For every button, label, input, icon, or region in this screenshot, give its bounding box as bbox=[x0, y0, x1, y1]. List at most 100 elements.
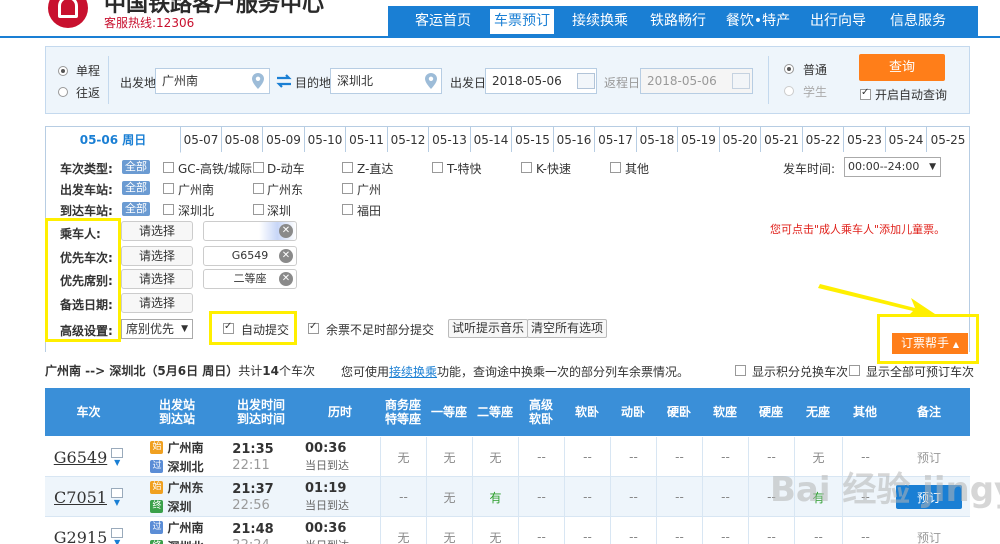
date-tab[interactable]: 05-20 bbox=[720, 126, 761, 152]
date-tab[interactable]: 05-14 bbox=[471, 126, 512, 152]
calendar-icon[interactable] bbox=[577, 73, 595, 89]
duration: 01:19 bbox=[305, 481, 347, 496]
train-type-checkbox[interactable] bbox=[253, 162, 264, 173]
date-tab[interactable]: 05-18 bbox=[637, 126, 678, 152]
train-info-icon[interactable]: ▼ bbox=[110, 487, 123, 507]
date-tab[interactable]: 05-13 bbox=[429, 126, 471, 152]
train-type-checkbox[interactable] bbox=[432, 162, 443, 173]
date-tab[interactable]: 05-12 bbox=[388, 126, 429, 152]
date-tab[interactable]: 05-19 bbox=[678, 126, 720, 152]
seat-availability: -- bbox=[518, 437, 564, 477]
location-pin-icon[interactable] bbox=[425, 73, 437, 89]
from-station-checkbox[interactable] bbox=[253, 183, 264, 194]
from-station-all[interactable]: 全部 bbox=[122, 181, 150, 195]
nav-travel[interactable]: 铁路畅行 bbox=[642, 6, 714, 36]
from-station-checkbox[interactable] bbox=[163, 183, 174, 194]
from-station-checkbox[interactable] bbox=[342, 183, 353, 194]
date-tab[interactable]: 05-07 bbox=[181, 126, 222, 152]
train-number-link[interactable]: G6549 bbox=[54, 448, 108, 467]
chevron-down-icon: ▼ bbox=[929, 162, 936, 172]
auto-query-checkbox[interactable] bbox=[860, 87, 871, 100]
location-pin-icon[interactable] bbox=[252, 73, 264, 89]
book-button[interactable]: 预订 bbox=[917, 529, 941, 544]
train-info-icon[interactable]: ▼ bbox=[111, 447, 124, 467]
date-tab[interactable]: 05-17 bbox=[595, 126, 637, 152]
train-type-option: T-特快 bbox=[447, 162, 482, 176]
transfer-link[interactable]: 接续换乘 bbox=[389, 365, 437, 379]
close-icon[interactable]: ✕ bbox=[279, 272, 293, 286]
arrival-note: 当日到达 bbox=[305, 499, 349, 512]
date-tab[interactable]: 05-21 bbox=[761, 126, 803, 152]
show-points-checkbox[interactable] bbox=[735, 365, 746, 376]
nav-info[interactable]: 信息服务 bbox=[882, 6, 954, 36]
nav-home[interactable]: 客运首页 bbox=[404, 6, 482, 36]
seat-availability: -- bbox=[564, 437, 610, 477]
train-info-icon[interactable]: ▼ bbox=[111, 527, 124, 544]
date-tab[interactable]: 05-11 bbox=[346, 126, 388, 152]
calendar-icon[interactable] bbox=[732, 73, 750, 89]
col-duration[interactable]: 历时 bbox=[300, 388, 380, 436]
train-type-all[interactable]: 全部 bbox=[122, 160, 150, 174]
booking-helper-button[interactable]: 订票帮手 ▲ bbox=[892, 333, 968, 354]
seat-availability: 无 bbox=[472, 517, 518, 544]
show-all-checkbox[interactable] bbox=[849, 365, 860, 376]
close-icon[interactable]: ✕ bbox=[279, 249, 293, 263]
date-tab[interactable]: 05-10 bbox=[305, 126, 346, 152]
col-train-no[interactable]: 车次 bbox=[45, 388, 132, 436]
select-alt-date-button[interactable]: 请选择 bbox=[121, 293, 193, 313]
passenger-student-radio[interactable] bbox=[784, 86, 794, 96]
nav-booking[interactable]: 车票预订 bbox=[490, 9, 554, 36]
result-summary: 广州南 --> 深圳北（5月6日 周日）共计14个车次 bbox=[45, 362, 315, 379]
duration: 00:36 bbox=[305, 521, 347, 536]
train-type-checkbox[interactable] bbox=[163, 162, 174, 173]
to-station-checkbox[interactable] bbox=[342, 204, 353, 215]
nav-food[interactable]: 餐饮•特产 bbox=[720, 6, 796, 36]
music-preview-button[interactable]: 试听提示音乐 bbox=[448, 319, 529, 338]
date-tab[interactable]: 05-15 bbox=[512, 126, 554, 152]
advanced-select[interactable]: 席别优先 ▼ bbox=[121, 319, 193, 339]
to-station-checkbox[interactable] bbox=[253, 204, 264, 215]
partial-submit-checkbox[interactable] bbox=[308, 321, 319, 334]
train-type-checkbox[interactable] bbox=[342, 162, 353, 173]
seat-availability: -- bbox=[564, 477, 610, 517]
select-train-button[interactable]: 请选择 bbox=[121, 246, 193, 266]
date-tab[interactable]: 05-16 bbox=[554, 126, 595, 152]
swap-icon[interactable] bbox=[276, 74, 292, 88]
hotline: 客服热线:12306 bbox=[104, 16, 195, 30]
col-times[interactable]: 出发时间 到达时间 bbox=[222, 388, 300, 436]
train-type-checkbox[interactable] bbox=[610, 162, 621, 173]
to-station-all[interactable]: 全部 bbox=[122, 202, 150, 216]
date-tab[interactable]: 05-06 周日 bbox=[45, 126, 181, 153]
date-tab[interactable]: 05-08 bbox=[222, 126, 263, 152]
auto-submit-checkbox[interactable] bbox=[223, 321, 234, 334]
query-button[interactable]: 查询 bbox=[859, 54, 945, 81]
trip-single-radio[interactable] bbox=[58, 66, 68, 76]
passenger-normal-radio[interactable] bbox=[784, 64, 794, 74]
seat-availability: 无 bbox=[426, 517, 472, 544]
select-passenger-button[interactable]: 请选择 bbox=[121, 221, 193, 241]
col-emu-sleeper: 动卧 bbox=[620, 405, 645, 419]
nav-transfer[interactable]: 接续换乘 bbox=[564, 6, 636, 36]
arrive-time: 22:11 bbox=[232, 457, 270, 473]
train-number-cell: G6549 ▼ bbox=[45, 437, 132, 477]
date-tab[interactable]: 05-09 bbox=[263, 126, 305, 152]
date-tab[interactable]: 05-25 bbox=[927, 126, 970, 152]
to-station-checkbox[interactable] bbox=[163, 204, 174, 215]
date-tab[interactable]: 05-22 bbox=[803, 126, 844, 152]
dest-tag-icon: 终 bbox=[150, 540, 164, 544]
nav-guide[interactable]: 出行向导 bbox=[802, 6, 874, 36]
col-first: 一等座 bbox=[430, 405, 467, 419]
date-tab[interactable]: 05-23 bbox=[844, 126, 886, 152]
date-tab[interactable]: 05-24 bbox=[886, 126, 927, 152]
trip-round-radio[interactable] bbox=[58, 87, 68, 97]
select-seat-button[interactable]: 请选择 bbox=[121, 269, 193, 289]
from-label: 出发地 bbox=[120, 76, 157, 90]
train-type-option: K-快速 bbox=[536, 162, 571, 176]
clear-options-button[interactable]: 清空所有选项 bbox=[527, 319, 608, 338]
from-station-label: 出发车站: bbox=[60, 183, 113, 197]
depart-time-select[interactable]: 00:00--24:00 ▼ bbox=[844, 157, 941, 177]
close-icon[interactable]: ✕ bbox=[279, 224, 293, 238]
train-type-checkbox[interactable] bbox=[521, 162, 532, 173]
train-number-link[interactable]: C7051 bbox=[54, 488, 107, 507]
train-number-link[interactable]: G2915 bbox=[54, 528, 108, 544]
